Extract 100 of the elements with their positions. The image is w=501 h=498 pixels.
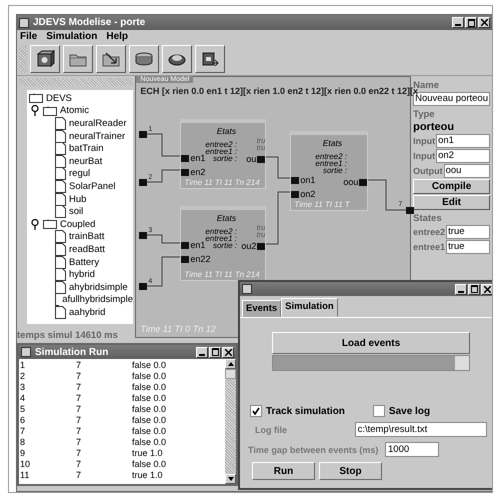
checkbox[interactable] bbox=[250, 405, 262, 417]
table-cell-text: 7 bbox=[76, 392, 82, 402]
maximize-button[interactable] bbox=[468, 284, 480, 294]
tree-item[interactable]: trainBatt bbox=[69, 231, 104, 242]
table-cell: false 0.0 bbox=[132, 382, 166, 392]
tree-item[interactable]: Coupled bbox=[60, 218, 96, 230]
document-icon bbox=[55, 154, 66, 168]
tree-item[interactable]: readBatt bbox=[69, 244, 105, 255]
tree-item[interactable]: soil bbox=[69, 206, 84, 218]
table-cell: false 0.0 bbox=[132, 360, 166, 370]
property-label: Input bbox=[413, 151, 436, 161]
menu-item[interactable]: Simulation bbox=[46, 31, 98, 42]
document-icon bbox=[55, 192, 66, 206]
table-cell-text: 7 bbox=[76, 470, 82, 480]
tree-item[interactable]: ahybridsimple bbox=[69, 282, 128, 293]
table-cell-text: 7 bbox=[76, 426, 82, 436]
toolbar-button[interactable] bbox=[162, 45, 192, 73]
menu-item[interactable]: Help bbox=[106, 31, 128, 42]
port-label: ou2 bbox=[241, 241, 256, 251]
property-field[interactable]: true bbox=[446, 240, 490, 254]
tab[interactable]: Events bbox=[242, 300, 282, 317]
tree-item[interactable]: Hub bbox=[69, 194, 86, 205]
status-text: temps simul 14610 ms bbox=[17, 330, 119, 341]
property-field[interactable]: true bbox=[446, 225, 490, 239]
load-events-button[interactable]: Load events bbox=[272, 332, 470, 354]
tab[interactable]: Simulation bbox=[281, 298, 338, 317]
model-block[interactable]: Etats entree2 : entree1 : sortie : on1 on2 oou Time 11 TI 11 T bbox=[290, 131, 368, 211]
state-label: entree2 : bbox=[315, 153, 347, 160]
tree-item[interactable]: neuralTrainer bbox=[69, 130, 126, 142]
table-cell: false 0.0 bbox=[132, 370, 166, 380]
document-icon bbox=[55, 180, 66, 193]
block-title: Etats bbox=[216, 126, 238, 136]
toolbar-button[interactable] bbox=[129, 45, 159, 73]
port-label: en2 bbox=[190, 167, 206, 177]
minimize-button[interactable] bbox=[455, 284, 467, 294]
pin-icon[interactable] bbox=[31, 105, 39, 116]
panel-grip[interactable] bbox=[19, 78, 134, 86]
table-cell-text: 7 bbox=[76, 414, 82, 424]
port-handle[interactable] bbox=[139, 131, 148, 138]
port-handle[interactable] bbox=[139, 179, 148, 186]
port-handle[interactable] bbox=[406, 207, 414, 214]
menu-item[interactable]: File bbox=[20, 31, 38, 42]
tree-item[interactable]: neuralReader bbox=[69, 118, 127, 129]
property-field[interactable]: on2 bbox=[436, 149, 490, 163]
tree-item[interactable]: Atomic bbox=[60, 105, 90, 116]
tree-item[interactable]: DEVS bbox=[46, 92, 72, 104]
toolbar-button[interactable] bbox=[96, 45, 126, 73]
table-cell-text: 2 bbox=[19, 370, 26, 380]
tree-item[interactable]: SolarPanel bbox=[69, 180, 116, 192]
window-title: Simulation Run bbox=[35, 346, 108, 358]
minimize-button[interactable] bbox=[196, 346, 208, 358]
port-handle[interactable] bbox=[257, 242, 266, 250]
port-handle[interactable] bbox=[139, 232, 148, 239]
toolbar-grip[interactable] bbox=[19, 45, 27, 73]
table-cell: false 0.0 bbox=[132, 426, 166, 436]
maximize-button[interactable] bbox=[465, 17, 477, 28]
scroll-thumb[interactable] bbox=[225, 369, 236, 379]
property-field[interactable]: oou bbox=[444, 164, 490, 178]
maximize-button[interactable] bbox=[209, 346, 221, 358]
toolbar-button[interactable] bbox=[195, 45, 225, 73]
close-button[interactable] bbox=[478, 17, 490, 28]
tree-item[interactable]: Battery bbox=[69, 256, 100, 268]
port-label: en1 bbox=[190, 153, 206, 163]
property-heading: States bbox=[413, 213, 443, 224]
toolbar-button[interactable] bbox=[63, 45, 93, 73]
dialog-button[interactable]: Run bbox=[252, 462, 315, 480]
table-cell-text: 7 bbox=[19, 426, 26, 436]
toolbar-button[interactable] bbox=[30, 45, 60, 73]
table-cell-text: 1 bbox=[19, 360, 26, 370]
scrollbar[interactable] bbox=[225, 359, 236, 484]
tree-item[interactable]: hybrid bbox=[69, 269, 95, 280]
property-field[interactable]: on1 bbox=[436, 134, 490, 148]
tree-item[interactable]: neurBat bbox=[69, 156, 102, 167]
minimize-button[interactable] bbox=[452, 17, 464, 28]
close-button[interactable] bbox=[481, 284, 492, 294]
table-cell: false 0.0 bbox=[132, 458, 166, 468]
port-handle[interactable] bbox=[257, 156, 266, 162]
port-handle[interactable] bbox=[359, 178, 368, 186]
document-icon bbox=[55, 256, 66, 269]
tree-item[interactable]: aahybrid bbox=[69, 306, 106, 318]
close-button[interactable] bbox=[222, 346, 234, 358]
property-button[interactable]: Compile bbox=[413, 179, 490, 194]
table-cell-text: 7 bbox=[76, 382, 82, 392]
checkbox[interactable] bbox=[372, 405, 385, 417]
up-arrow-icon bbox=[228, 362, 234, 366]
type-value: porteou bbox=[413, 121, 456, 133]
dialog-button[interactable]: Stop bbox=[319, 462, 382, 480]
state-label: entree1 : bbox=[205, 235, 237, 242]
property-button[interactable]: Edit bbox=[413, 195, 490, 210]
table-cell-text: 5 bbox=[19, 404, 26, 414]
port-handle[interactable] bbox=[139, 283, 148, 290]
tree-item[interactable]: regul bbox=[69, 168, 90, 180]
block-title: Etats bbox=[216, 213, 238, 223]
tree-item[interactable]: batTrain bbox=[69, 143, 104, 154]
table-cell-text: 9 bbox=[19, 448, 26, 458]
tree-item[interactable]: afullhybridsimple bbox=[62, 294, 133, 306]
pin-icon[interactable] bbox=[31, 218, 39, 230]
field-label: Log file bbox=[254, 424, 288, 434]
cube-icon bbox=[35, 49, 55, 69]
document-icon bbox=[55, 230, 66, 244]
